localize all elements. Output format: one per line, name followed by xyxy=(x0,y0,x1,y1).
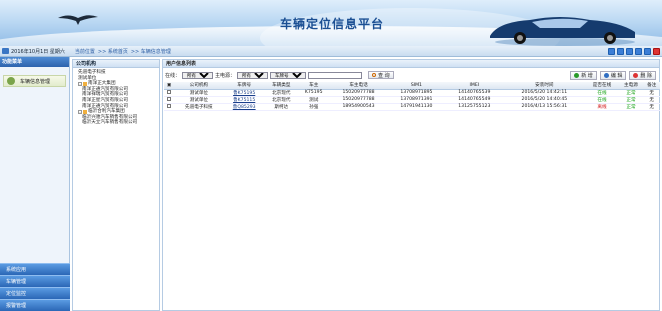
add-button[interactable]: 新 增 xyxy=(570,71,597,80)
menu-vehicle-management[interactable]: 车辆管理 xyxy=(0,275,70,287)
col-type: 车辆类型 xyxy=(264,82,298,90)
power-filter-label: 主电源： xyxy=(215,72,236,79)
back-icon[interactable] xyxy=(617,48,624,55)
col-online: 是否在线 xyxy=(585,82,619,90)
folder-icon xyxy=(83,81,87,86)
status-badge: 在线 xyxy=(585,89,619,97)
menu-categories: 系统应用 车辆管理 定位监控 报警管理 xyxy=(0,263,70,311)
row-checkbox[interactable] xyxy=(167,103,171,108)
status-badge: 在线 xyxy=(585,96,619,104)
table-header-row: ▣ 公司机构 车牌号 车辆类型 车主 车主电话 SIM1 IMEI 安装时间 是… xyxy=(164,82,660,90)
col-imei: IMEI xyxy=(445,82,504,90)
search-field-select[interactable]: 车牌号 xyxy=(270,71,307,79)
menu-system-apps[interactable]: 系统应用 xyxy=(0,263,70,275)
vehicle-list-panel: 用户信息列表 在线： 所有 主电源： 所有 车牌号 查 询 新 增 编 辑 删 … xyxy=(162,59,660,311)
menu-location-monitor[interactable]: 定位监控 xyxy=(0,287,70,299)
eagle-logo-icon xyxy=(58,15,98,25)
menu-header: 功能菜单 xyxy=(0,57,69,67)
header-banner: 车辆定位信息平台 xyxy=(0,0,662,46)
toolbar-icons xyxy=(608,48,660,55)
breadcrumb: 当前位置 >> 系统首页 >> 车辆信息管理 xyxy=(75,48,174,55)
col-owner: 车主 xyxy=(297,82,330,90)
date-text: 2016年10月1日 星期六 xyxy=(11,48,65,55)
org-tree-panel: 公司机构 先道电子科技 测试单位 - 南洋正大集团 南洋正通汽贸有限公司 南洋祥瑞… xyxy=(72,59,160,311)
car-banner-icon xyxy=(490,17,635,46)
power-icon[interactable] xyxy=(653,48,660,55)
settings-icon[interactable] xyxy=(644,48,651,55)
power-filter-select[interactable]: 所有 xyxy=(237,71,269,79)
folder-icon xyxy=(83,109,87,114)
org-tree: 先道电子科技 测试单位 - 南洋正大集团 南洋正通汽贸有限公司 南洋祥瑞汽贸有限公… xyxy=(73,68,159,126)
col-remark: 备注 xyxy=(643,82,660,90)
col-power: 主电源 xyxy=(618,82,644,90)
calendar-icon xyxy=(2,48,9,54)
list-header: 用户信息列表 xyxy=(163,60,659,68)
select-all-icon[interactable]: ▣ xyxy=(164,82,174,90)
plate-link[interactable]: 鲁K75115 xyxy=(233,98,255,103)
col-plate: 车牌号 xyxy=(223,82,265,90)
tree-node[interactable]: 临沂天立汽车销售有限公司 xyxy=(76,120,159,126)
search-input[interactable] xyxy=(308,71,363,79)
org-tree-header: 公司机构 xyxy=(73,60,159,68)
search-icon xyxy=(372,73,377,77)
col-owner-phone: 车主电话 xyxy=(329,82,388,90)
left-menu: 功能菜单 车辆信息管理 系统应用 车辆管理 定位监控 报警管理 xyxy=(0,57,70,311)
home-icon[interactable] xyxy=(608,48,615,55)
row-checkbox[interactable] xyxy=(167,89,171,94)
search-button[interactable]: 查 询 xyxy=(368,71,394,79)
edit-button[interactable]: 编 辑 xyxy=(599,71,627,80)
menu-item-label: 车辆信息管理 xyxy=(20,78,51,85)
breadcrumb-vehicle-info[interactable]: >> 车辆信息管理 xyxy=(131,48,171,55)
status-badge: 离线 xyxy=(585,103,619,111)
add-icon xyxy=(574,73,580,78)
table-row[interactable]: 测试单位 鲁K75115 北京现代 测试 15020977788 1370897… xyxy=(164,96,660,104)
top-toolbar: 2016年10月1日 星期六 当前位置 >> 系统首页 >> 车辆信息管理 xyxy=(0,46,662,57)
menu-item-vehicle-info[interactable]: 车辆信息管理 xyxy=(3,75,66,87)
menu-alarm-management[interactable]: 报警管理 xyxy=(0,299,70,311)
plate-link[interactable]: 鲁K75195 xyxy=(233,91,255,96)
help-icon[interactable] xyxy=(635,48,642,55)
collapse-toggle-icon[interactable]: - xyxy=(78,81,82,86)
edit-icon xyxy=(603,73,609,78)
vehicle-info-icon xyxy=(7,77,15,85)
refresh-icon[interactable] xyxy=(626,48,633,55)
plate-link[interactable]: 鲁Q85293 xyxy=(233,105,256,110)
date-display: 2016年10月1日 星期六 xyxy=(0,48,65,55)
table-row[interactable]: 先道电子科技 鲁Q85293 斯柯达 孙强 18954900543 147919… xyxy=(164,103,660,111)
delete-button[interactable]: 删 除 xyxy=(629,71,656,80)
collapse-toggle-icon[interactable]: - xyxy=(78,109,82,114)
breadcrumb-home[interactable]: >> 系统首页 xyxy=(98,48,128,55)
col-install-time: 安装时间 xyxy=(503,82,586,90)
table-row[interactable]: 测试单位 鲁K75195 北京现代 K75195 15020977788 137… xyxy=(164,89,660,97)
col-company: 公司机构 xyxy=(174,82,224,90)
online-filter-select[interactable]: 所有 xyxy=(182,71,214,79)
breadcrumb-current-label: 当前位置 xyxy=(74,48,95,55)
vehicle-table: ▣ 公司机构 车牌号 车辆类型 车主 车主电话 SIM1 IMEI 安装时间 是… xyxy=(164,82,660,111)
delete-icon xyxy=(633,73,639,78)
col-sim1: SIM1 xyxy=(387,82,446,90)
page-title: 车辆定位信息平台 xyxy=(280,17,385,31)
action-buttons: 新 增 编 辑 删 除 xyxy=(570,71,656,80)
row-checkbox[interactable] xyxy=(167,96,171,101)
online-filter-label: 在线： xyxy=(165,72,181,79)
